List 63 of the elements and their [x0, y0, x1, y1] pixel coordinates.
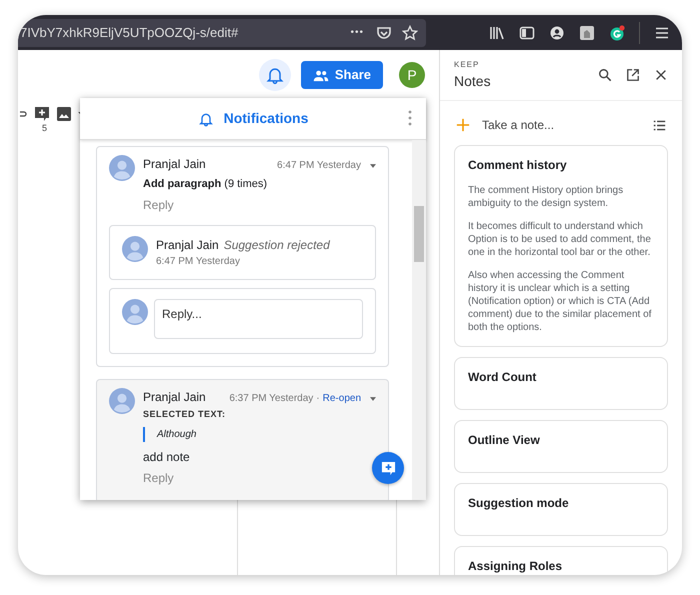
- note-text: It becomes difficult to understand which Option is to be used to add comment, the one in the horizontal tool bar or the other.: [468, 220, 652, 259]
- timestamp: 6:47 PM Yesterday: [156, 254, 241, 268]
- separator-dot: ·: [316, 392, 320, 406]
- library-icon[interactable]: [489, 24, 505, 40]
- avatar-icon: [109, 155, 135, 181]
- author-name: Pranjal Jain: [156, 236, 219, 254]
- scrollbar[interactable]: [412, 140, 426, 500]
- avatar-icon: [122, 298, 148, 324]
- reopen-link[interactable]: Re-open: [322, 390, 361, 406]
- ruler-number: 5: [42, 123, 48, 133]
- avatar-icon: [122, 236, 148, 262]
- note-title: Outline View: [468, 432, 541, 449]
- grammar-extension-icon[interactable]: [609, 24, 625, 40]
- note-card[interactable]: [454, 145, 668, 347]
- sidebar-icon[interactable]: [519, 24, 535, 40]
- popup-title: Notifications: [224, 109, 308, 128]
- url-bar[interactable]: 7IVbY7xhkR9EljV5UTpOOZQj-s/edit# •••: [18, 18, 426, 46]
- url-text: 7IVbY7xhkR9EljV5UTpOOZQj-s/edit#: [20, 24, 240, 42]
- note-title: Comment history: [468, 157, 568, 174]
- note-card[interactable]: Outline View: [454, 420, 668, 473]
- menu-icon[interactable]: [654, 24, 670, 40]
- selected-text-label: SELECTED TEXT:: [143, 408, 227, 420]
- reply-field[interactable]: Reply...: [154, 298, 363, 338]
- status-text: Suggestion rejected: [224, 236, 330, 254]
- suggestion-text: Add paragraph (9 times): [143, 177, 268, 192]
- checklist-icon[interactable]: [653, 118, 666, 132]
- caret-icon[interactable]: [370, 164, 376, 168]
- comment-text: add note: [143, 449, 191, 466]
- share-button[interactable]: Share: [300, 61, 383, 89]
- reply-link[interactable]: Reply: [143, 196, 174, 214]
- pocket-icon[interactable]: [376, 24, 392, 40]
- quoted-text: Although: [143, 427, 376, 442]
- timestamp: 6:37 PM Yesterday: [229, 392, 314, 406]
- account-icon[interactable]: [549, 24, 565, 40]
- more-actions-button[interactable]: •••: [350, 25, 364, 40]
- add-comment-icon[interactable]: [34, 106, 50, 122]
- search-icon[interactable]: [598, 68, 612, 82]
- note-card[interactable]: Word Count: [454, 357, 668, 410]
- note-card[interactable]: Assigning Roles: [454, 546, 668, 575]
- note-title: Word Count: [468, 369, 538, 386]
- author-name: Pranjal Jain: [143, 156, 206, 173]
- note-title: Assigning Roles: [468, 558, 564, 575]
- star-icon[interactable]: [402, 24, 418, 40]
- add-comment-icon: [380, 460, 396, 476]
- panel-title: Notes: [454, 72, 491, 90]
- image-icon[interactable]: [56, 106, 72, 122]
- more-options-icon[interactable]: [408, 110, 412, 126]
- app-label: KEEP: [454, 58, 480, 70]
- author-name: Pranjal Jain: [143, 388, 206, 406]
- bell-icon: [198, 110, 214, 126]
- timestamp: 6:47 PM Yesterday: [277, 159, 361, 173]
- open-in-new-icon[interactable]: [626, 68, 640, 82]
- avatar-icon: [109, 388, 135, 414]
- notifications-button[interactable]: [258, 59, 291, 91]
- extension-icon[interactable]: [579, 24, 595, 40]
- note-card[interactable]: Suggestion mode: [454, 483, 668, 536]
- caret-icon[interactable]: [370, 396, 376, 400]
- close-icon[interactable]: [654, 68, 668, 82]
- note-title: Suggestion mode: [468, 495, 570, 512]
- add-comment-button[interactable]: [372, 452, 404, 484]
- note-text: Also when accessing the Comment history it is unclear which is a setting (Notification option) or which is CTA (Add comment) due to the similar placement of both the options.: [468, 269, 652, 334]
- people-icon: [312, 68, 329, 82]
- note-text: The comment History option brings ambiguity to the design system.: [468, 184, 624, 210]
